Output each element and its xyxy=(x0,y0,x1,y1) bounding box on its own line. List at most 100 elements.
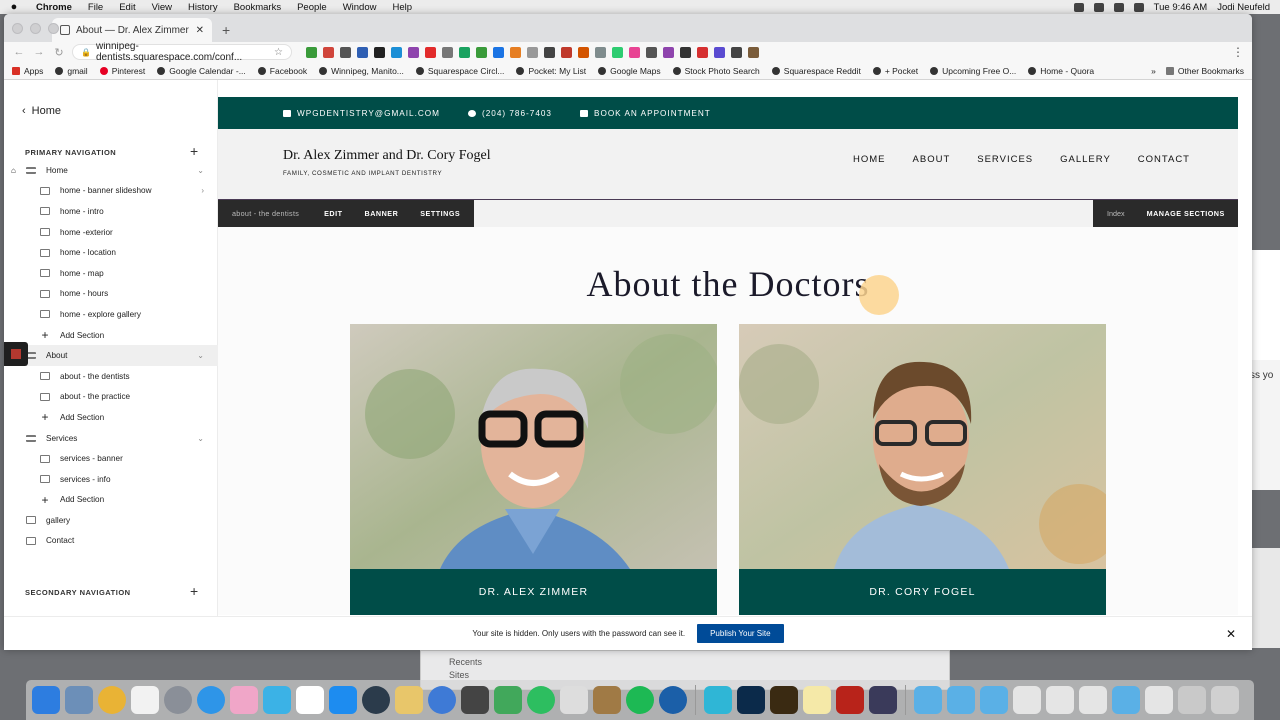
menu-file[interactable]: File xyxy=(80,2,111,13)
folder-icon[interactable] xyxy=(980,686,1008,714)
bookmark-add-pocket[interactable]: + Pocket xyxy=(872,66,918,76)
sidebar-item-home-intro[interactable]: home - intro xyxy=(4,201,218,222)
folder-icon[interactable] xyxy=(914,686,942,714)
document-icon[interactable] xyxy=(1046,686,1074,714)
menu-people[interactable]: People xyxy=(289,2,335,13)
sidebar-item-home-exterior[interactable]: home -exterior xyxy=(4,222,218,243)
launchpad-icon[interactable] xyxy=(164,686,192,714)
keynote-icon[interactable] xyxy=(494,686,522,714)
spotify-icon[interactable] xyxy=(626,686,654,714)
bookmark-upcoming[interactable]: Upcoming Free O... xyxy=(930,66,1016,76)
extension-icon[interactable] xyxy=(510,46,521,58)
doctor-card[interactable]: DR. CORY FOGEL xyxy=(739,324,1106,615)
extension-icon[interactable] xyxy=(612,46,623,58)
extension-icon[interactable] xyxy=(357,46,368,58)
extension-icon[interactable] xyxy=(391,46,402,58)
doctor-card[interactable]: DR. ALEX ZIMMER xyxy=(350,324,717,615)
sidebar-item-add-section[interactable]: + Add Section xyxy=(4,407,218,428)
extension-icon[interactable] xyxy=(442,46,453,58)
sidebar-item-home-explore-gallery[interactable]: home - explore gallery xyxy=(4,304,218,325)
extension-icon[interactable] xyxy=(408,46,419,58)
site-nav-home[interactable]: HOME xyxy=(853,154,886,165)
settings-button[interactable]: SETTINGS xyxy=(409,209,471,218)
close-window-icon[interactable] xyxy=(12,23,23,34)
extension-icon[interactable] xyxy=(476,46,487,58)
apple-icon[interactable]: ● xyxy=(0,1,28,13)
site-nav-gallery[interactable]: GALLERY xyxy=(1060,154,1111,165)
phone-link[interactable]: (204) 786-7403 xyxy=(467,109,552,118)
stickies-icon[interactable] xyxy=(803,686,831,714)
banner-button[interactable]: BANNER xyxy=(354,209,410,218)
email-link[interactable]: WPGDENTISTRY@GMAIL.COM xyxy=(283,109,440,118)
address-bar[interactable]: 🔒 winnipeg-dentists.squarespace.com/conf… xyxy=(72,41,292,63)
site-nav-services[interactable]: SERVICES xyxy=(977,154,1033,165)
extension-icon[interactable] xyxy=(561,46,572,58)
calendar-icon[interactable] xyxy=(131,686,159,714)
back-icon[interactable]: ← xyxy=(12,46,26,58)
app-store-icon[interactable] xyxy=(329,686,357,714)
folder-icon[interactable] xyxy=(947,686,975,714)
bookmark-pinterest[interactable]: Pinterest xyxy=(99,66,145,76)
sidebar-item-gallery[interactable]: gallery xyxy=(4,510,218,531)
menubar-user[interactable]: Jodi Neufeld xyxy=(1217,2,1270,13)
sidebar-item-home-map[interactable]: home - map xyxy=(4,263,218,284)
wifi-icon[interactable] xyxy=(1113,2,1124,12)
app-icon[interactable] xyxy=(263,686,291,714)
menu-bookmarks[interactable]: Bookmarks xyxy=(226,2,290,13)
publish-site-button[interactable]: Publish Your Site xyxy=(697,624,784,643)
other-bookmarks[interactable]: Other Bookmarks xyxy=(1165,66,1244,76)
chevron-down-icon[interactable]: ⌄ xyxy=(197,434,204,443)
trash-icon[interactable] xyxy=(1211,686,1239,714)
edit-button[interactable]: EDIT xyxy=(313,209,353,218)
bookmark-winnipeg[interactable]: Winnipeg, Manito... xyxy=(319,66,404,76)
forward-icon[interactable]: → xyxy=(32,46,46,58)
tab-about[interactable]: About — Dr. Alex Zimmer and ✕ xyxy=(52,18,212,42)
document-icon[interactable] xyxy=(1178,686,1206,714)
bookmark-squarespace-circle[interactable]: Squarespace Circl... xyxy=(415,66,504,76)
menu-app-name[interactable]: Chrome xyxy=(28,2,80,13)
site-nav-about[interactable]: ABOUT xyxy=(913,154,951,165)
sidebar-item-contact[interactable]: Contact xyxy=(4,531,218,552)
bookmark-facebook[interactable]: Facebook xyxy=(257,66,307,76)
cloud-icon[interactable] xyxy=(1093,2,1104,12)
folder-icon[interactable] xyxy=(1112,686,1140,714)
extension-icon[interactable] xyxy=(663,46,674,58)
sidebar-item-home-location[interactable]: home - location xyxy=(4,242,218,263)
bookmark-gmail[interactable]: gmail xyxy=(55,66,88,76)
extension-icon[interactable] xyxy=(374,46,385,58)
document-icon[interactable] xyxy=(1013,686,1041,714)
extension-icon[interactable] xyxy=(306,46,317,58)
menu-window[interactable]: Window xyxy=(335,2,385,13)
bookmark-quora[interactable]: Home - Quora xyxy=(1028,66,1094,76)
sidebar-item-about-the-practice[interactable]: about - the practice xyxy=(4,387,218,408)
sidebar-item-services-banner[interactable]: services - banner xyxy=(4,448,218,469)
1password-icon[interactable] xyxy=(659,686,687,714)
slack-icon[interactable] xyxy=(296,686,324,714)
add-page-secondary-icon[interactable]: + xyxy=(190,583,198,599)
app-icon[interactable] xyxy=(593,686,621,714)
sidebar-item-home[interactable]: ⌂ Home ⌄ xyxy=(4,160,218,181)
finder-recents[interactable]: Recents xyxy=(421,651,949,667)
extension-icon[interactable] xyxy=(544,46,555,58)
sidebar-item-about[interactable]: About ⌄ xyxy=(4,345,218,366)
extension-icon[interactable] xyxy=(323,46,334,58)
sidebar-item-about-the-dentists[interactable]: about - the dentists xyxy=(4,366,218,387)
app-icon[interactable] xyxy=(704,686,732,714)
app-icon[interactable] xyxy=(461,686,489,714)
bookmark-google-maps[interactable]: Google Maps xyxy=(598,66,661,76)
finder-icon[interactable] xyxy=(32,686,60,714)
chevron-right-icon[interactable]: › xyxy=(201,186,204,195)
preview-icon[interactable] xyxy=(65,686,93,714)
extension-icon[interactable] xyxy=(493,46,504,58)
avatar[interactable] xyxy=(748,46,759,58)
bridge-icon[interactable] xyxy=(770,686,798,714)
extension-icon[interactable] xyxy=(578,46,589,58)
safari-icon[interactable] xyxy=(197,686,225,714)
extension-icon[interactable] xyxy=(646,46,657,58)
chrome-icon[interactable] xyxy=(98,686,126,714)
extension-icon[interactable] xyxy=(459,46,470,58)
dropbox-icon[interactable] xyxy=(1073,2,1084,12)
bookmark-pocket[interactable]: Pocket: My List xyxy=(516,66,586,76)
new-tab-icon[interactable]: + xyxy=(212,22,240,42)
document-icon[interactable] xyxy=(1145,686,1173,714)
